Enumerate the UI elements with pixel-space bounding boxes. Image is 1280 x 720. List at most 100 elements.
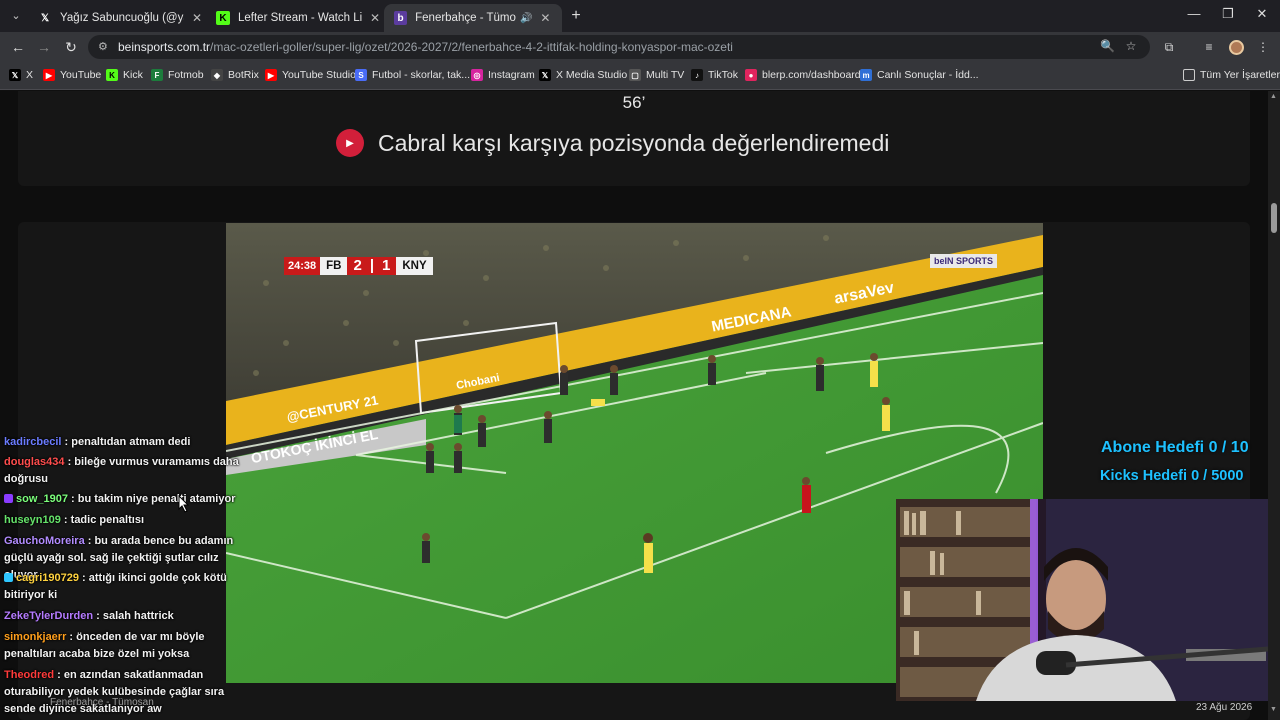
- bookmark-youtube[interactable]: ▶ YouTube: [43, 69, 101, 81]
- mackolik-icon: m: [860, 69, 872, 81]
- tab-bein[interactable]: b Fenerbahçe - Tümosan Kon 🔊 ✕: [384, 4, 562, 32]
- speaker-icon[interactable]: 🔊: [520, 13, 532, 24]
- botrix-icon: ◆: [211, 69, 223, 81]
- scroll-down-icon[interactable]: ▼: [1270, 706, 1277, 713]
- tab-label: Lefter Stream - Watch Live on K: [238, 12, 362, 24]
- url-text: beinsports.com.tr/mac-ozetleri-goller/su…: [118, 40, 733, 54]
- sub-badge-icon: [4, 494, 13, 503]
- profile-avatar[interactable]: [1229, 40, 1244, 55]
- event-minute: 56’: [622, 93, 646, 112]
- chat-text: : penaltıdan atmam dedi: [61, 436, 191, 448]
- tab-x[interactable]: 𝕏 Yağız Sabuncuoğlu (@yagosab ✕: [28, 4, 214, 32]
- chat-message: douglas434 : bileğe vurmus vuramamıs dah…: [4, 454, 248, 488]
- new-tab-button[interactable]: +: [568, 7, 584, 25]
- instagram-icon: ◎: [471, 69, 483, 81]
- chat-username: Theodred: [4, 669, 55, 681]
- bein-sports-logo: beIN SPORTS: [930, 253, 998, 269]
- close-icon[interactable]: ✕: [190, 11, 204, 25]
- close-icon[interactable]: ✕: [539, 11, 552, 25]
- bookmark-botrix[interactable]: ◆ BotRix: [211, 69, 259, 81]
- chat-message: cagri190729 : attığı ikinci golde çok kö…: [4, 570, 248, 604]
- zoom-icon[interactable]: 🔍: [1100, 39, 1115, 53]
- back-icon[interactable]: ←: [10, 39, 26, 55]
- chat-username: sow_1907: [16, 493, 68, 505]
- extensions-icon[interactable]: ⧉: [1161, 40, 1177, 55]
- all-bookmarks[interactable]: Tüm Yer İşaretleri: [1183, 69, 1280, 81]
- taskbar-date: 23 Ağu 2026: [1196, 702, 1253, 713]
- close-window-icon[interactable]: ✕: [1252, 6, 1272, 22]
- x-icon: 𝕏: [40, 12, 50, 24]
- chat-message: Theodred : en azından sakatlanmadan otur…: [4, 667, 248, 718]
- toolbar: ← → ↻ ⚙ beinsports.com.tr/mac-ozetleri-g…: [0, 32, 1280, 62]
- youtube-icon: ▶: [43, 69, 55, 81]
- maximize-icon[interactable]: ❐: [1218, 6, 1238, 22]
- bookmark-x-media-studio[interactable]: 𝕏X Media Studio: [539, 69, 627, 81]
- chat-username: ZekeTylerDurden: [4, 610, 94, 622]
- chat-username: huseyn109: [4, 514, 61, 526]
- youtube-studio-icon: ▶: [265, 69, 277, 81]
- subscriber-goal: Abone Hedefi 0 / 10: [1101, 439, 1249, 456]
- home-score: 2: [347, 257, 368, 275]
- tab-search-icon[interactable]: ⌄: [8, 8, 24, 24]
- chat-text: : salah hattrick: [93, 610, 174, 622]
- broadcaster-label: beIN SPORTS: [930, 254, 998, 268]
- webcam-scene: [896, 499, 1268, 701]
- bookmark-star-icon[interactable]: ☆: [1124, 39, 1138, 53]
- menu-icon[interactable]: ⋮: [1255, 40, 1271, 54]
- minimize-icon[interactable]: —: [1184, 6, 1204, 21]
- score-divider: |: [367, 257, 377, 275]
- reload-icon[interactable]: ↻: [63, 39, 79, 55]
- home-team: FB: [320, 257, 348, 275]
- chat-message: simonkjaerr : önceden de var mı böyle pe…: [4, 629, 248, 663]
- away-score: 1: [376, 257, 397, 275]
- site-info-icon[interactable]: ⚙: [98, 40, 108, 53]
- close-icon[interactable]: ✕: [368, 11, 382, 25]
- bookmark-multi-tv[interactable]: ▢ Multi TV: [629, 69, 684, 81]
- chat-message: sow_1907 : bu takim niye penalti atamiyo…: [4, 491, 248, 508]
- chat-username: cagri190729: [16, 572, 79, 584]
- media-control-icon[interactable]: ≡: [1201, 40, 1217, 54]
- tiktok-icon: ♪: [691, 69, 703, 81]
- bookmark-youtube-studio[interactable]: ▶ YouTube Studio: [265, 69, 356, 81]
- chat-message: kadircbecil : penaltıdan atmam dedi: [4, 434, 248, 451]
- forward-icon[interactable]: →: [36, 39, 52, 55]
- chat-username: GauchoMoreira: [4, 535, 85, 547]
- bookmarks-bar: 𝕏X ▶ YouTube K Kick F Fotmob ◆ BotRix ▶ YouTu…: [0, 62, 1280, 90]
- bookmark-fotmob[interactable]: F Fotmob: [151, 69, 204, 81]
- page-scrollbar[interactable]: ▲ ▼: [1268, 91, 1280, 720]
- page-content: 56’ ▶ Cabral karşı karşıya pozisyonda de…: [0, 91, 1268, 720]
- address-bar[interactable]: ⚙ beinsports.com.tr/mac-ozetleri-goller/…: [88, 35, 1150, 59]
- bookmark-instagram[interactable]: ◎ Instagram: [471, 69, 535, 81]
- kick-icon: K: [216, 11, 230, 25]
- scorebug: 24:38 FB 2 | 1 KNY: [284, 257, 433, 275]
- bookmark-tiktok[interactable]: ♪ TikTok: [691, 69, 738, 81]
- taskbar-label: Fenerbahçe - Tümosan: [50, 697, 154, 708]
- chat-message: ZekeTylerDurden : salah hattrick: [4, 608, 248, 625]
- bookmark-x[interactable]: 𝕏X: [9, 69, 33, 81]
- tab-strip: ⌄ 𝕏 Yağız Sabuncuoğlu (@yagosab ✕ K Left…: [0, 0, 1280, 32]
- bein-icon: b: [394, 11, 408, 25]
- tv-icon: ▢: [629, 69, 641, 81]
- event-headline[interactable]: ▶ Cabral karşı karşıya pozisyonda değerl…: [336, 129, 889, 157]
- bookmark-futbol[interactable]: S Futbol - skorlar, tak...: [355, 69, 470, 81]
- tab-label: Yağız Sabuncuoğlu (@yagosab: [60, 12, 184, 24]
- scroll-up-icon[interactable]: ▲: [1270, 93, 1277, 100]
- match-clock: 24:38: [284, 257, 321, 275]
- bookmark-kick[interactable]: K Kick: [106, 69, 143, 81]
- headline-text: Cabral karşı karşıya pozisyonda değerlen…: [378, 129, 890, 156]
- tab-kick[interactable]: K Lefter Stream - Watch Live on K ✕: [206, 4, 392, 32]
- bookmark-blerp[interactable]: ● blerp.com/dashboard: [745, 69, 861, 81]
- chat-message: huseyn109 : tadic penaltısı: [4, 512, 248, 529]
- bookmark-canli-sonuclar[interactable]: m Canlı Sonuçlar - İdd...: [860, 69, 979, 81]
- away-team: KNY: [396, 257, 433, 275]
- taskbar-item[interactable]: Fenerbahçe - Tümosan: [50, 697, 154, 708]
- kick-icon: K: [106, 69, 118, 81]
- sub-badge-icon: [4, 573, 13, 582]
- streamer-webcam: [896, 499, 1268, 701]
- chat-text: : bu takim niye penalti atamiyor: [67, 493, 236, 505]
- tab-label: Fenerbahçe - Tümosan Kon: [415, 12, 516, 24]
- play-icon[interactable]: ▶: [336, 129, 364, 157]
- scrollbar-thumb[interactable]: [1271, 203, 1277, 233]
- chat-username: douglas434: [4, 456, 65, 468]
- folder-icon: [1183, 69, 1195, 81]
